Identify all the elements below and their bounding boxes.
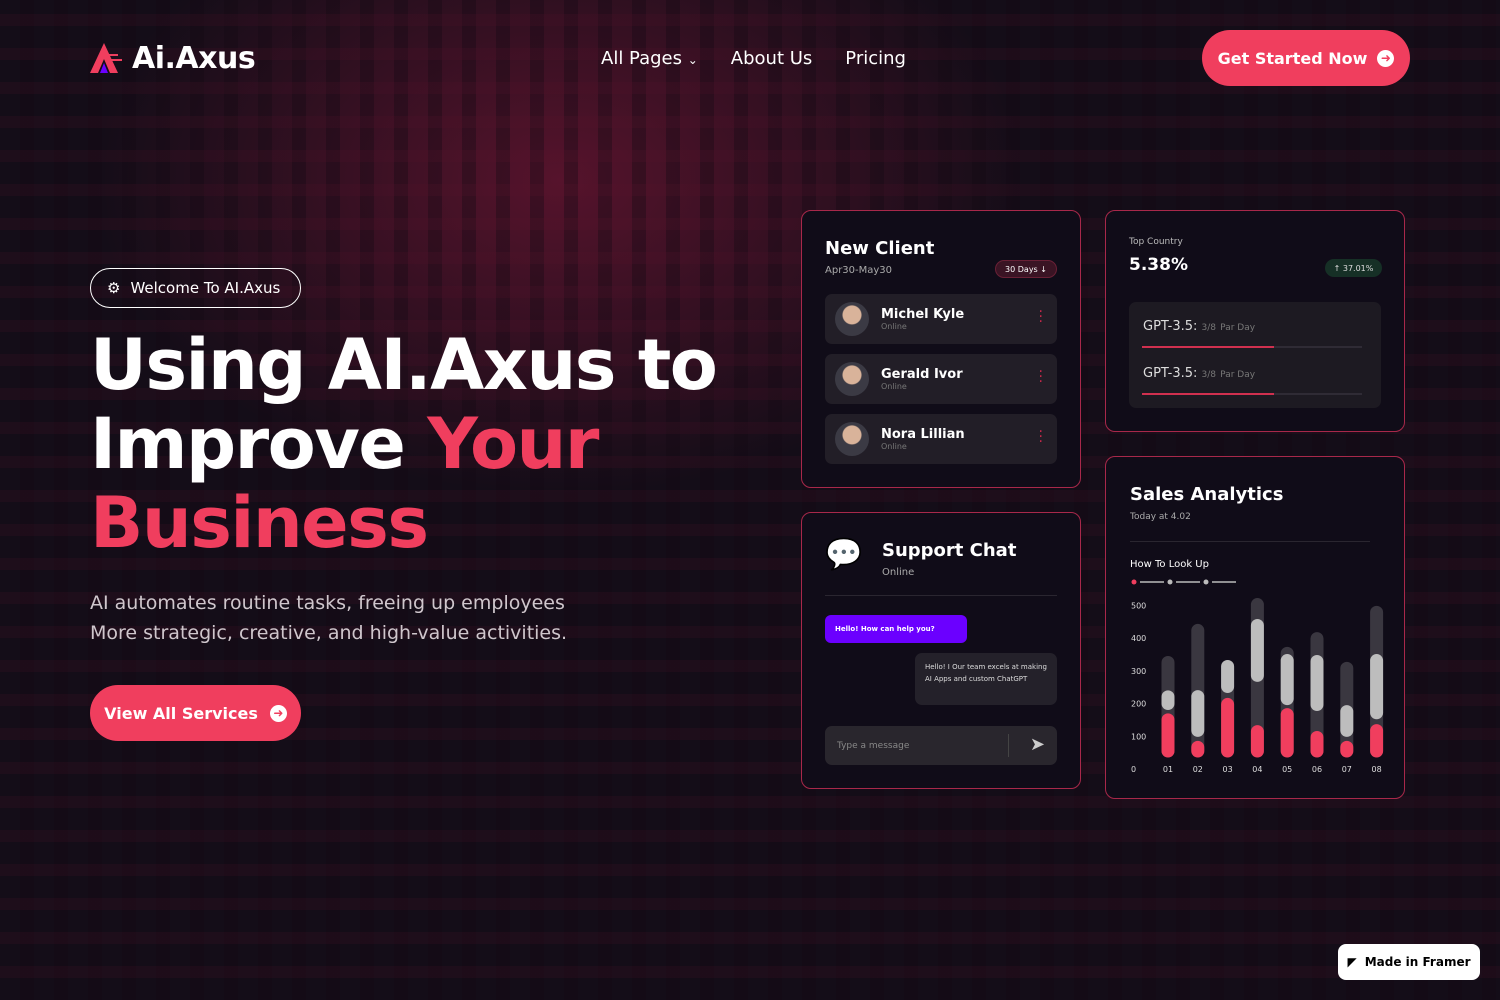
send-icon[interactable]: ➤ xyxy=(1030,734,1045,755)
x-tick-label: 01 xyxy=(1163,765,1173,774)
made-in-framer-badge[interactable]: ◤ Made in Framer xyxy=(1338,944,1480,980)
bar-gray-range xyxy=(1340,705,1354,737)
top-country-card: Top Country 5.38% ↑ 37.01% GPT-3.5: 3/8 … xyxy=(1105,210,1405,432)
legend-dot xyxy=(1131,579,1137,585)
welcome-badge: ⚙ Welcome To AI.Axus xyxy=(90,268,301,308)
sales-analytics-card: Sales Analytics Today at 4.02 How To Loo… xyxy=(1105,456,1405,799)
avatar xyxy=(835,302,869,336)
bar-red xyxy=(1280,708,1294,758)
bar-red xyxy=(1340,740,1354,758)
arrow-right-icon: ➜ xyxy=(269,704,287,722)
more-icon[interactable]: · · · xyxy=(1039,365,1043,389)
avatar xyxy=(835,362,869,396)
client-item[interactable]: Michel Kyle Online · · · xyxy=(825,294,1057,344)
y-tick-label: 500 xyxy=(1131,601,1146,610)
bar-gray-range xyxy=(1161,690,1175,711)
client-item[interactable]: Gerald Ivor Online · · · xyxy=(825,354,1057,404)
chat-bubbles-icon: 💬 xyxy=(825,537,863,572)
logo[interactable]: Ai.Axus xyxy=(90,40,256,76)
y-tick-label: 200 xyxy=(1131,700,1146,709)
progress-bar xyxy=(1142,393,1362,395)
change-badge: ↑ 37.01% xyxy=(1325,259,1382,277)
bar-red xyxy=(1310,731,1324,758)
y-tick-label: 400 xyxy=(1131,634,1146,643)
bar-gray-range xyxy=(1310,655,1324,712)
hero-title: Using AI.Axus to Improve Your Business xyxy=(90,324,718,564)
nav-pricing[interactable]: Pricing xyxy=(845,48,906,69)
x-tick-label: 06 xyxy=(1312,765,1322,774)
incoming-message: Hello! How can help you? xyxy=(825,615,967,643)
more-icon[interactable]: · · · xyxy=(1039,425,1043,449)
framer-icon: ◤ xyxy=(1347,955,1357,969)
x-tick-label: 08 xyxy=(1372,765,1382,774)
top-nav: Ai.Axus All Pages ⌄ About Us Pricing Get… xyxy=(90,30,1410,86)
days-filter[interactable]: 30 Days ↓ xyxy=(995,260,1057,278)
x-tick-label: 04 xyxy=(1252,765,1262,774)
bar-gray-range xyxy=(1221,659,1235,694)
avatar xyxy=(835,422,869,456)
logo-text: Ai.Axus xyxy=(132,40,256,76)
more-icon[interactable]: · · · xyxy=(1039,305,1043,329)
bar-red xyxy=(1250,725,1264,758)
nav-about-us[interactable]: About Us xyxy=(731,48,813,69)
bar-red xyxy=(1161,713,1175,758)
hero-subtitle: AI automates routine tasks, freeing up e… xyxy=(90,592,568,644)
bar-red xyxy=(1191,740,1205,758)
y-tick-label: 0 xyxy=(1131,765,1136,774)
chip-icon: ⚙ xyxy=(107,279,121,297)
get-started-button[interactable]: Get Started Now ➜ xyxy=(1202,30,1410,86)
arrow-right-icon: ➜ xyxy=(1377,49,1395,67)
message-input[interactable]: Type a message ➤ xyxy=(825,726,1057,765)
y-tick-label: 100 xyxy=(1131,732,1146,741)
x-tick-label: 07 xyxy=(1342,765,1352,774)
legend-dot xyxy=(1167,579,1173,585)
x-tick-label: 03 xyxy=(1223,765,1233,774)
nav-all-pages[interactable]: All Pages ⌄ xyxy=(601,48,698,69)
outgoing-message: Hello! I Our team excels at making AI Ap… xyxy=(915,653,1057,705)
legend-dot xyxy=(1203,579,1209,585)
bar-gray-range xyxy=(1191,690,1205,737)
bar-red xyxy=(1370,724,1384,758)
sales-chart: 0 100 200 300 400 500 01 02 03 04 05 06 07 08 xyxy=(1131,579,1384,774)
bar-red xyxy=(1221,697,1235,758)
new-client-card: New Client Apr30-May30 30 Days ↓ Michel … xyxy=(801,210,1081,488)
x-tick-label: 05 xyxy=(1282,765,1292,774)
bar-gray-range xyxy=(1370,654,1384,720)
bar-gray-range xyxy=(1280,654,1294,706)
logo-icon xyxy=(90,43,122,73)
y-tick-label: 300 xyxy=(1131,667,1146,676)
x-tick-label: 02 xyxy=(1193,765,1203,774)
progress-bar xyxy=(1142,346,1362,348)
client-item[interactable]: Nora Lillian Online · · · xyxy=(825,414,1057,464)
support-chat-card: 💬 Support Chat Online Hello! How can hel… xyxy=(801,512,1081,789)
bar-gray-range xyxy=(1250,619,1264,682)
chevron-down-icon: ⌄ xyxy=(687,52,698,67)
view-all-services-button[interactable]: View All Services ➜ xyxy=(90,685,301,741)
